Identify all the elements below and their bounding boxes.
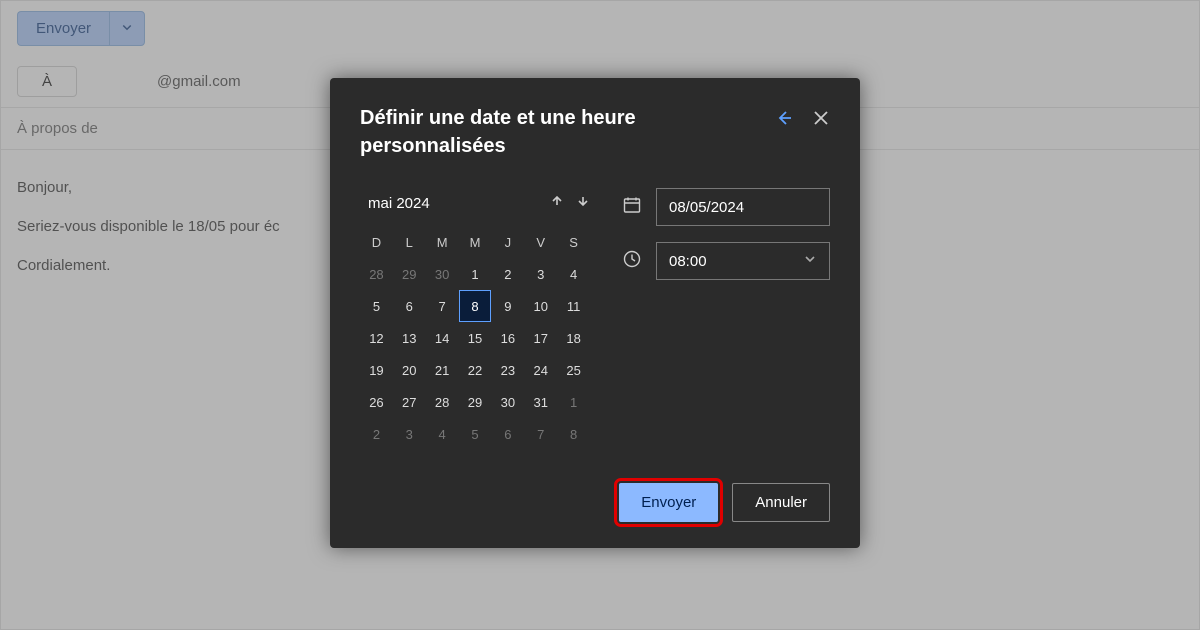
calendar-day[interactable]: 5 bbox=[459, 418, 492, 450]
date-value: 08/05/2024 bbox=[669, 199, 744, 216]
chevron-down-icon bbox=[803, 252, 817, 270]
calendar-day[interactable]: 1 bbox=[459, 258, 492, 290]
calendar-day-header: D bbox=[360, 226, 393, 258]
calendar-day-header: M bbox=[426, 226, 459, 258]
calendar-day[interactable]: 7 bbox=[524, 418, 557, 450]
dialog-title: Définir une date et une heure personnali… bbox=[360, 104, 774, 160]
calendar-day[interactable]: 23 bbox=[491, 354, 524, 386]
calendar-day[interactable]: 6 bbox=[491, 418, 524, 450]
calendar-day[interactable]: 21 bbox=[426, 354, 459, 386]
calendar-day[interactable]: 29 bbox=[459, 386, 492, 418]
calendar-day[interactable]: 12 bbox=[360, 322, 393, 354]
calendar-day[interactable]: 25 bbox=[557, 354, 590, 386]
time-select[interactable]: 08:00 bbox=[656, 242, 830, 280]
calendar-day-header: S bbox=[557, 226, 590, 258]
calendar-day[interactable]: 30 bbox=[491, 386, 524, 418]
calendar-day[interactable]: 30 bbox=[426, 258, 459, 290]
calendar-day[interactable]: 26 bbox=[360, 386, 393, 418]
calendar-day[interactable]: 15 bbox=[459, 322, 492, 354]
calendar-day[interactable]: 9 bbox=[491, 290, 524, 322]
calendar-day[interactable]: 8 bbox=[557, 418, 590, 450]
calendar-day[interactable]: 4 bbox=[557, 258, 590, 290]
close-icon[interactable] bbox=[812, 108, 830, 128]
calendar-day[interactable]: 22 bbox=[459, 354, 492, 386]
calendar-day[interactable]: 1 bbox=[557, 386, 590, 418]
calendar-day[interactable]: 27 bbox=[393, 386, 426, 418]
calendar: mai 2024 DLMMJVS282930123456789101112131… bbox=[360, 188, 590, 450]
next-month-icon[interactable] bbox=[576, 194, 590, 213]
calendar-month-label[interactable]: mai 2024 bbox=[368, 195, 550, 212]
schedule-dialog: Définir une date et une heure personnali… bbox=[330, 78, 860, 548]
calendar-day[interactable]: 11 bbox=[557, 290, 590, 322]
calendar-day[interactable]: 6 bbox=[393, 290, 426, 322]
calendar-day[interactable]: 13 bbox=[393, 322, 426, 354]
calendar-day[interactable]: 8 bbox=[459, 290, 492, 322]
calendar-day[interactable]: 2 bbox=[491, 258, 524, 290]
calendar-day-header: L bbox=[393, 226, 426, 258]
calendar-day[interactable]: 5 bbox=[360, 290, 393, 322]
dialog-actions: Envoyer Annuler bbox=[619, 483, 830, 522]
back-icon[interactable] bbox=[774, 108, 794, 128]
calendar-day[interactable]: 29 bbox=[393, 258, 426, 290]
calendar-day[interactable]: 16 bbox=[491, 322, 524, 354]
datetime-fields: 08/05/2024 08:00 bbox=[622, 188, 830, 450]
calendar-day[interactable]: 14 bbox=[426, 322, 459, 354]
dialog-header: Définir une date et une heure personnali… bbox=[360, 104, 830, 160]
calendar-day-header: M bbox=[459, 226, 492, 258]
calendar-day[interactable]: 17 bbox=[524, 322, 557, 354]
calendar-day[interactable]: 3 bbox=[393, 418, 426, 450]
calendar-day[interactable]: 3 bbox=[524, 258, 557, 290]
calendar-day[interactable]: 31 bbox=[524, 386, 557, 418]
calendar-icon bbox=[622, 195, 642, 220]
calendar-day[interactable]: 10 bbox=[524, 290, 557, 322]
date-input[interactable]: 08/05/2024 bbox=[656, 188, 830, 226]
calendar-day[interactable]: 24 bbox=[524, 354, 557, 386]
calendar-grid: DLMMJVS282930123456789101112131415161718… bbox=[360, 226, 590, 450]
calendar-day[interactable]: 18 bbox=[557, 322, 590, 354]
calendar-day-header: J bbox=[491, 226, 524, 258]
calendar-day[interactable]: 7 bbox=[426, 290, 459, 322]
calendar-day-header: V bbox=[524, 226, 557, 258]
calendar-day[interactable]: 20 bbox=[393, 354, 426, 386]
calendar-day[interactable]: 28 bbox=[360, 258, 393, 290]
calendar-day[interactable]: 4 bbox=[426, 418, 459, 450]
calendar-day[interactable]: 19 bbox=[360, 354, 393, 386]
dialog-send-button[interactable]: Envoyer bbox=[619, 483, 718, 522]
dialog-cancel-button[interactable]: Annuler bbox=[732, 483, 830, 522]
clock-icon bbox=[622, 249, 642, 274]
calendar-day[interactable]: 2 bbox=[360, 418, 393, 450]
calendar-day[interactable]: 28 bbox=[426, 386, 459, 418]
time-value: 08:00 bbox=[669, 253, 707, 270]
prev-month-icon[interactable] bbox=[550, 194, 564, 213]
